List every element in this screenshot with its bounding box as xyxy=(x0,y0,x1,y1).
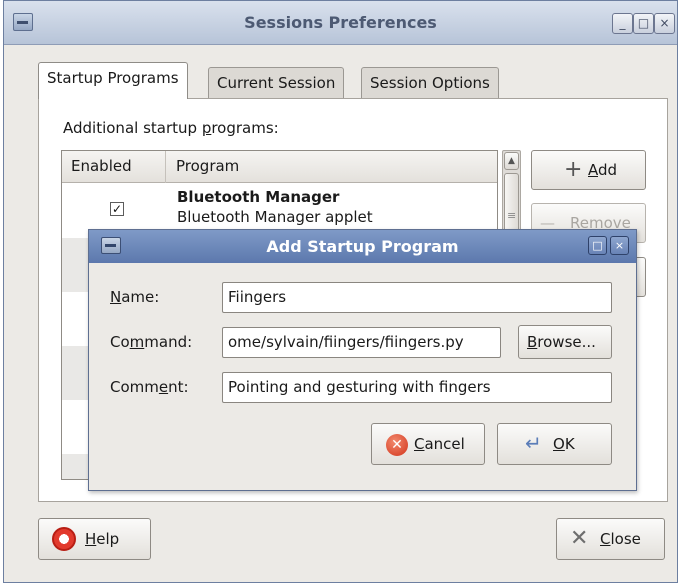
add-button-label: Add xyxy=(588,161,618,179)
dialog-maximize-button[interactable]: □ xyxy=(588,236,607,255)
name-field[interactable]: Fiingers xyxy=(222,282,612,313)
ok-enter-icon: ↵ xyxy=(525,431,542,455)
window-titlebar[interactable]: Sessions Preferences _ □ × xyxy=(4,1,677,45)
close-window-button[interactable]: × xyxy=(654,13,675,34)
close-button[interactable]: ✕ Close xyxy=(556,518,665,560)
cancel-button[interactable]: ✕ Cancel xyxy=(371,423,485,465)
tab-current-session[interactable]: Current Session xyxy=(208,67,345,99)
program-name: Bluetooth Manager xyxy=(177,188,340,206)
minimize-button[interactable]: _ xyxy=(612,13,633,34)
dialog-title: Add Startup Program xyxy=(266,237,459,256)
tab-session-options[interactable]: Session Options xyxy=(361,67,499,99)
enabled-column-header[interactable]: Enabled xyxy=(62,151,166,183)
add-startup-program-dialog: Add Startup Program □ × Name: Fiingers C… xyxy=(88,229,637,491)
add-icon: + xyxy=(564,157,583,182)
ok-button[interactable]: ↵ OK xyxy=(497,423,612,465)
scroll-up-arrow-icon[interactable]: ▲ xyxy=(504,152,519,170)
browse-button-label: Browse... xyxy=(527,333,596,351)
cancel-icon: ✕ xyxy=(386,434,408,456)
close-icon: ✕ xyxy=(570,526,589,551)
name-label: Name: xyxy=(110,288,160,306)
maximize-button[interactable]: □ xyxy=(633,13,654,34)
cancel-button-label: Cancel xyxy=(414,435,465,453)
window-title: Sessions Preferences xyxy=(244,13,437,32)
command-field[interactable]: ome/sylvain/fiingers/fiingers.py xyxy=(222,327,501,358)
list-header: Enabled Program xyxy=(62,151,497,183)
comment-field[interactable]: Pointing and gesturing with fingers xyxy=(222,372,612,403)
help-lifebuoy-icon xyxy=(52,527,76,551)
dialog-titlebar[interactable]: Add Startup Program □ × xyxy=(89,230,636,263)
tab-startup-programs[interactable]: Startup Programs xyxy=(38,62,188,99)
enabled-checkbox[interactable]: ✓ xyxy=(110,202,124,216)
help-button-label: Help xyxy=(85,530,120,548)
command-label: Command: xyxy=(110,333,193,351)
browse-button[interactable]: Browse... xyxy=(518,325,612,359)
program-column-header[interactable]: Program xyxy=(166,151,497,183)
additional-startup-programs-label: Additional startup programs: xyxy=(63,119,279,137)
comment-label: Comment: xyxy=(110,378,189,396)
ok-button-label: OK xyxy=(553,435,575,453)
add-button[interactable]: + Add xyxy=(531,150,646,190)
help-button[interactable]: Help xyxy=(38,518,151,560)
close-button-label: Close xyxy=(600,530,641,548)
dialog-close-button[interactable]: × xyxy=(610,236,629,255)
program-description: Bluetooth Manager applet xyxy=(177,208,373,226)
